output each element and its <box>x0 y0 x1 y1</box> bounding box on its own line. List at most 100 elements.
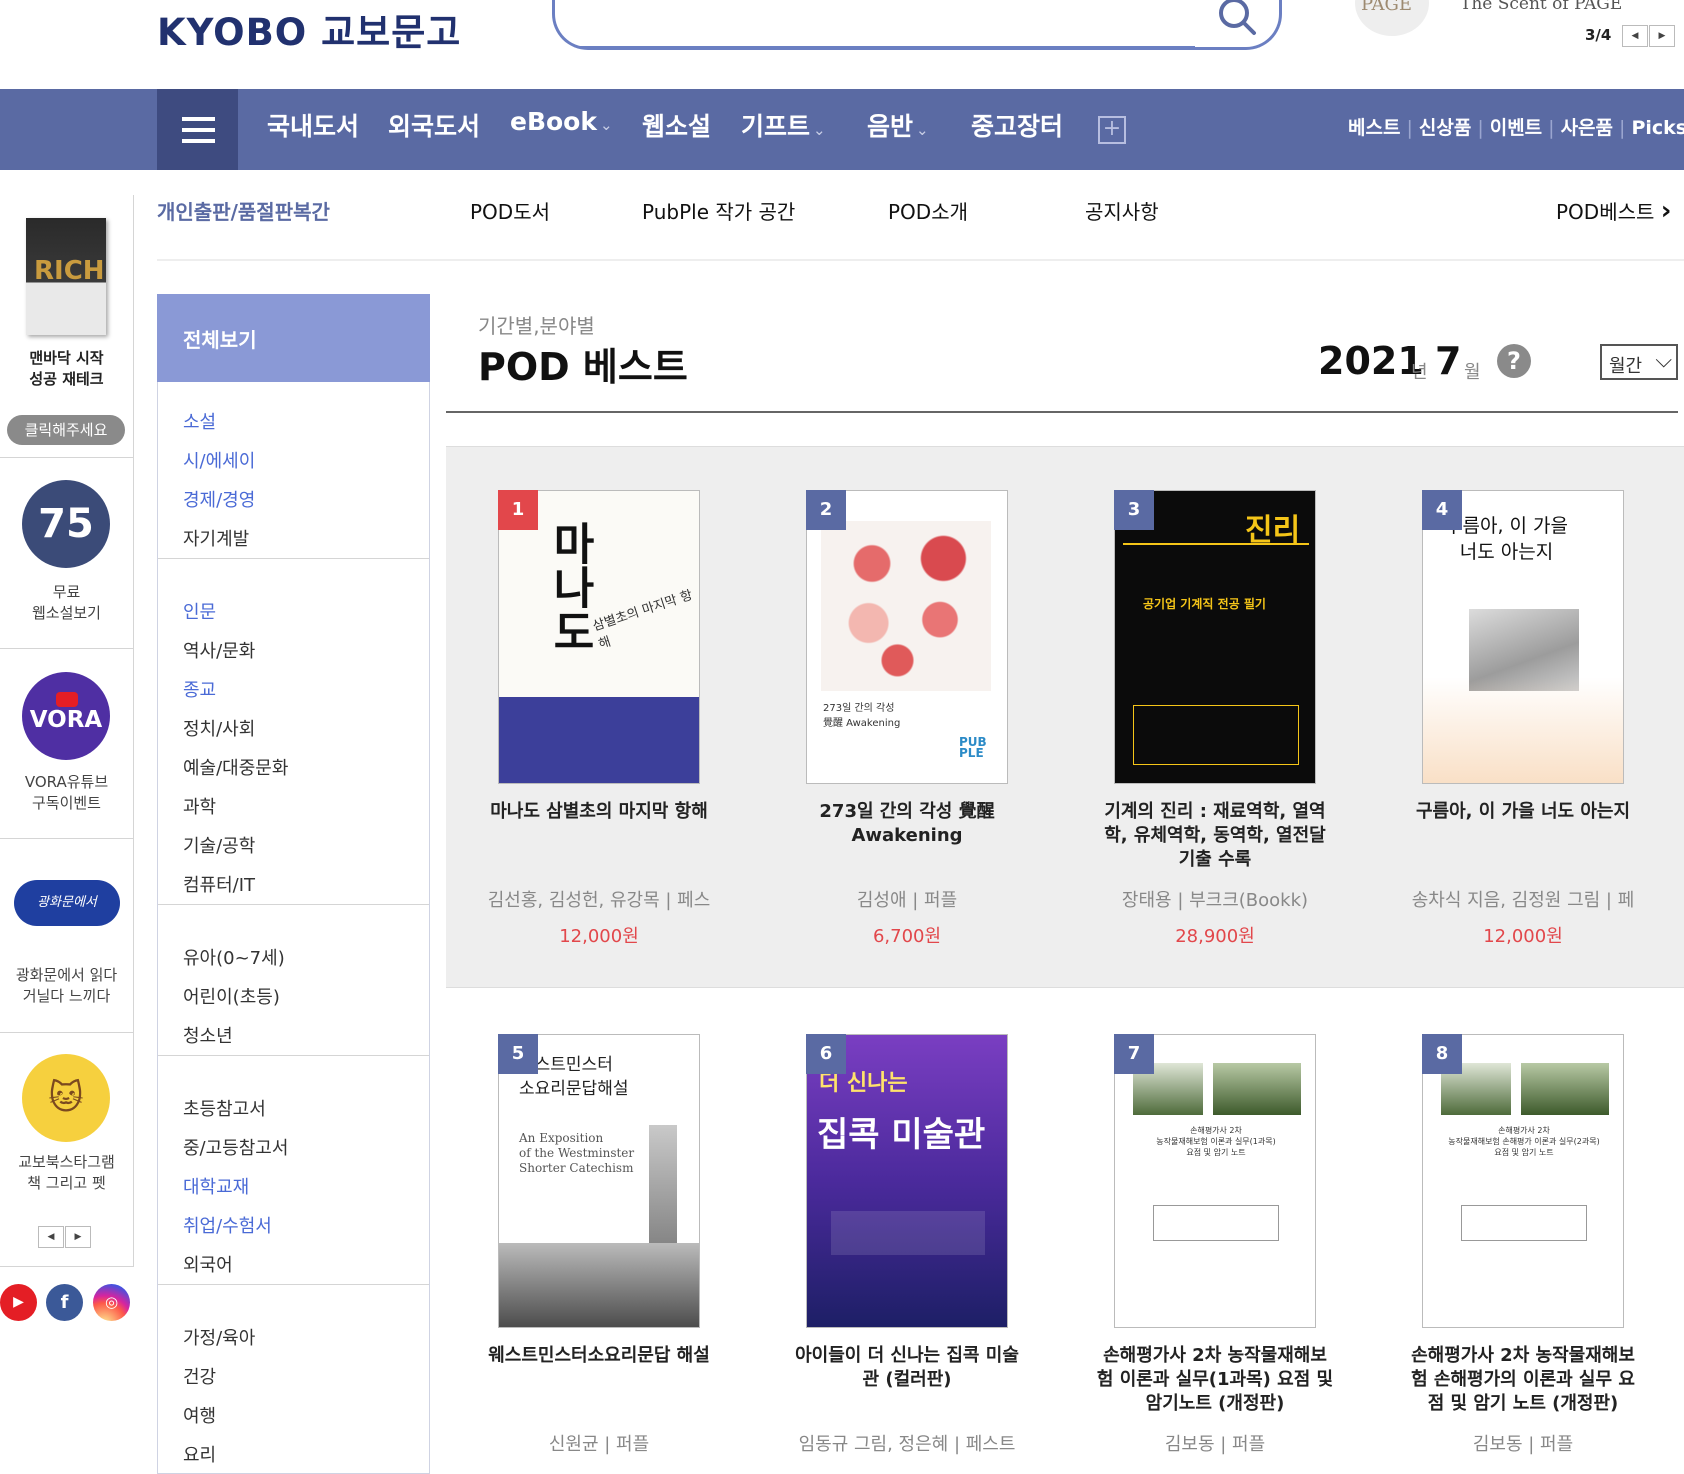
rail-vora-caption[interactable]: VORA유튜브 구독이벤트 <box>0 772 133 814</box>
category-item[interactable]: 어린이(초등) <box>183 983 280 1009</box>
book-cover[interactable]: 더 신나는 집콕 미술관 <box>806 1034 1008 1328</box>
book-price: 12,000원 <box>559 926 639 947</box>
rail-gwanghwamun-caption[interactable]: 광화문에서 읽다 거닐다 느끼다 <box>0 965 133 1007</box>
gnb-link-new[interactable]: 신상품 <box>1419 117 1471 139</box>
subnav-pod-intro[interactable]: POD소개 <box>888 196 968 225</box>
category-item[interactable]: 여행 <box>183 1402 216 1428</box>
category-item[interactable]: 청소년 <box>183 1022 233 1048</box>
book-cover[interactable]: 손해평가사 2차 농작물재해보험 이론과 실무(1과목) 요점 및 암기 노트 <box>1114 1034 1316 1328</box>
book-title[interactable]: 마나도 삼별초의 마지막 항해 <box>479 800 719 824</box>
gnb-gift[interactable]: 기프트 ⌄ <box>741 107 826 143</box>
gnb-domestic-books[interactable]: 국내도서 <box>267 107 359 143</box>
book-price: 6,700원 <box>872 926 942 947</box>
category-item[interactable]: 시/에세이 <box>183 447 255 473</box>
subnav-pod-books[interactable]: POD도서 <box>470 196 550 225</box>
category-item[interactable]: 경제/경영 <box>183 486 255 512</box>
category-item[interactable]: 컴퓨터/IT <box>183 871 255 897</box>
cat-mascot-icon[interactable]: 🐱 <box>22 1054 110 1142</box>
book-cover[interactable]: 구름아, 이 가을 너도 아는지 <box>1422 490 1624 784</box>
gnb-foreign-books[interactable]: 외국도서 <box>388 107 480 143</box>
cover-title: 집콕 미술관 <box>817 1115 986 1155</box>
book-cover[interactable]: 웨스트민스터 소요리문답해설 An Exposition of the Westm… <box>498 1034 700 1328</box>
instagram-icon[interactable]: ◎ <box>93 1284 130 1321</box>
book-author: 장태용 | 부크크(Bookk) <box>1121 890 1309 911</box>
promo-prev-button[interactable]: ◀ <box>1622 25 1648 47</box>
subnav-notice[interactable]: 공지사항 <box>1085 196 1159 225</box>
book-title[interactable]: 웨스트민스터소요리문답 해설 <box>479 1344 719 1368</box>
kyobo-logo[interactable]: KYOBO 교보문고 <box>157 2 461 56</box>
category-item[interactable]: 요리 <box>183 1441 216 1467</box>
book-cover[interactable]: 손해평가사 2차 농작물재해보험 손해평가 이론과 실무(2과목) 요점 및 암… <box>1422 1034 1624 1328</box>
subnav-pubple-author[interactable]: PubPle 작가 공간 <box>642 196 795 225</box>
category-item[interactable]: 소설 <box>183 408 216 434</box>
rail-next-button[interactable]: ▶ <box>65 1226 91 1248</box>
book-title[interactable]: 구름아, 이 가을 너도 아는지 <box>1403 800 1643 824</box>
gnb-more-plus-icon[interactable]: + <box>1098 116 1126 144</box>
rail-webnovel-caption[interactable]: 무료 웹소설보기 <box>0 582 133 624</box>
category-item[interactable]: 가정/육아 <box>183 1324 255 1350</box>
book-cover[interactable]: 마나도 삼별초의 마지막 항해 <box>498 490 700 784</box>
help-icon[interactable]: ? <box>1497 344 1531 378</box>
category-item[interactable]: 취업/수험서 <box>183 1212 272 1238</box>
category-item[interactable]: 대학교재 <box>183 1173 249 1199</box>
book-cover[interactable]: 273일 간의 각성 覺醒 Awakening PUB PLE <box>806 490 1008 784</box>
gwanghwamun-badge-icon[interactable]: 광화문에서 <box>14 880 120 926</box>
link-separator: | <box>1548 117 1555 139</box>
gnb-used-market[interactable]: 중고장터 <box>971 107 1063 143</box>
subnav-pod-best[interactable]: POD베스트 › <box>1556 196 1671 226</box>
category-item[interactable]: 건강 <box>183 1363 216 1389</box>
category-item[interactable]: 과학 <box>183 793 216 819</box>
gnb-link-picks[interactable]: Picks <box>1631 117 1684 139</box>
rank-badge: 8 <box>1422 1034 1462 1074</box>
book-title[interactable]: 273일 간의 각성 覺醒 Awakening <box>787 800 1027 848</box>
category-item[interactable]: 중/고등참고서 <box>183 1134 288 1160</box>
book-title[interactable]: 기계의 진리 : 재료역학, 열역학, 유체역학, 동역학, 열전달 기출 수록 <box>1095 800 1335 872</box>
promo-badge[interactable]: PAGE <box>1355 0 1429 36</box>
book-title[interactable]: 아이들이 더 신나는 집콕 미술관 (컬러판) <box>787 1344 1027 1392</box>
hamburger-menu-icon[interactable] <box>157 89 238 170</box>
book-author: 김보동 | 퍼플 <box>1472 1434 1574 1455</box>
rail-click-button[interactable]: 클릭해주세요 <box>7 415 125 445</box>
category-all-button[interactable]: 전체보기 <box>157 294 430 382</box>
search-icon[interactable] <box>1215 0 1259 38</box>
promo-text[interactable]: The Scent of PAGE <box>1460 0 1622 14</box>
month-value: 7 <box>1435 339 1462 383</box>
category-item[interactable]: 유아(0~7세) <box>183 944 285 970</box>
category-item[interactable]: 정치/사회 <box>183 715 255 741</box>
rail-prev-button[interactable]: ◀ <box>38 1226 64 1248</box>
facebook-icon[interactable]: f <box>46 1284 83 1321</box>
promo-next-button[interactable]: ▶ <box>1649 25 1675 47</box>
gnb-link-best[interactable]: 베스트 <box>1348 117 1400 139</box>
rail-book-caption[interactable]: 맨바닥 시작 성공 재테크 <box>0 348 133 390</box>
gnb-webnovel[interactable]: 웹소설 <box>642 107 711 143</box>
book-title[interactable]: 손해평가사 2차 농작물재해보험 손해평가의 이론과 실무 요점 및 암기 노트… <box>1403 1344 1643 1416</box>
book-author: 신원균 | 퍼플 <box>548 1434 650 1455</box>
gnb-link-gift-item[interactable]: 사은품 <box>1561 117 1613 139</box>
rail-bookstagram-caption[interactable]: 교보북스타그램 책 그리고 펫 <box>0 1152 133 1194</box>
title-divider <box>446 411 1678 413</box>
category-item[interactable]: 초등참고서 <box>183 1095 266 1121</box>
rail-separator <box>0 1266 133 1267</box>
rank-badge: 1 <box>498 490 538 530</box>
gnb-music[interactable]: 음반 ⌄ <box>867 107 929 143</box>
gnb-ebook[interactable]: eBook ⌄ <box>510 107 613 136</box>
category-item[interactable]: 인문 <box>183 598 216 624</box>
webnovel-75-icon[interactable]: 75 <box>22 480 110 568</box>
category-item[interactable]: 예술/대중문화 <box>183 754 288 780</box>
category-item[interactable]: 외국어 <box>183 1251 233 1277</box>
category-item[interactable]: 종교 <box>183 676 216 702</box>
rail-separator <box>0 838 133 839</box>
gnb-link-event[interactable]: 이벤트 <box>1490 117 1542 139</box>
category-item[interactable]: 기술/공학 <box>183 832 255 858</box>
category-item[interactable]: 역사/문화 <box>183 637 255 663</box>
category-item[interactable]: 자기계발 <box>183 525 249 551</box>
book-cover[interactable]: 진리 공기업 기계직 전공 필기 <box>1114 490 1316 784</box>
search-input[interactable] <box>552 0 1282 50</box>
rail-book-cover[interactable]: RICH <box>26 218 106 335</box>
youtube-icon[interactable]: ▶ <box>0 1284 37 1321</box>
period-select[interactable]: 월간 ⌵ <box>1600 344 1678 380</box>
vora-youtube-icon[interactable]: VORA <box>22 672 110 760</box>
search-underline <box>580 46 1195 49</box>
book-title[interactable]: 손해평가사 2차 농작물재해보험 이론과 실무(1과목) 요점 및 암기노트 (… <box>1095 1344 1335 1416</box>
subnav-self-publishing[interactable]: 개인출판/품절판복간 <box>157 196 330 225</box>
